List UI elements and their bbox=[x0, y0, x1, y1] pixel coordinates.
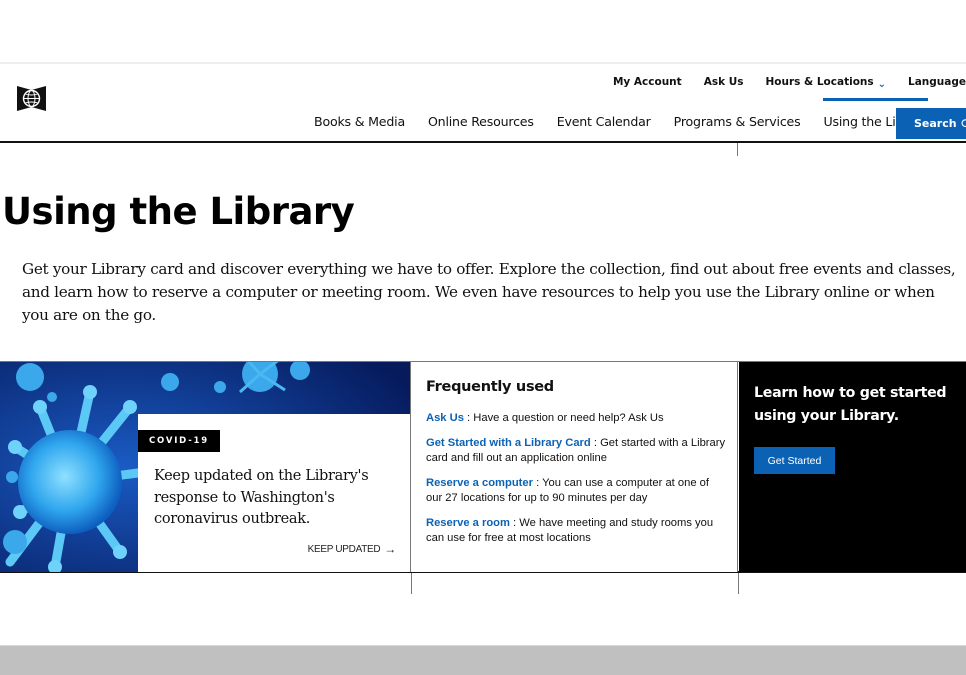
keep-updated-link[interactable]: KEEP UPDATED → bbox=[307, 542, 397, 556]
reserve-room-link[interactable]: Reserve a room bbox=[426, 517, 510, 529]
nav-item-programs-services[interactable]: Programs & Services bbox=[674, 114, 801, 136]
list-item: Reserve a room : We have meeting and stu… bbox=[426, 516, 726, 546]
library-logo-icon[interactable] bbox=[17, 84, 46, 113]
list-item: Reserve a computer : You can use a compu… bbox=[426, 476, 726, 506]
util-link-label: Hours & Locations bbox=[765, 76, 874, 88]
cards-row: COVID-19 Keep updated on the Library's r… bbox=[0, 361, 966, 573]
util-link-label: My Account bbox=[612, 76, 682, 88]
library-card-link[interactable]: Get Started with a Library Card bbox=[426, 437, 591, 449]
list-item-desc: : Have a question or need help? Ask Us bbox=[463, 412, 664, 424]
page-title: Using the Library bbox=[2, 190, 355, 233]
top-blank-area bbox=[0, 0, 966, 64]
list-item: Get Started with a Library Card : Get st… bbox=[426, 436, 726, 466]
search-button-label: Search bbox=[914, 117, 957, 130]
frequently-used-list: Ask Us : Have a question or need help? A… bbox=[426, 411, 726, 556]
utility-nav: My Account Ask Us Hours & Locations ⌄ Lan… bbox=[591, 74, 966, 90]
site-header: My Account Ask Us Hours & Locations ⌄ Lan… bbox=[0, 66, 966, 144]
grid-tick bbox=[738, 573, 739, 594]
keep-updated-label: KEEP UPDATED bbox=[307, 543, 381, 555]
frequently-used-title: Frequently used bbox=[426, 379, 554, 395]
get-started-card: Learn how to get started using your Libr… bbox=[739, 362, 966, 572]
frequently-used-card: Frequently used Ask Us : Have a question… bbox=[411, 362, 738, 572]
nav-item-event-calendar[interactable]: Event Calendar bbox=[557, 114, 651, 136]
util-link-language[interactable]: Language bbox=[908, 74, 966, 90]
nav-item-online-resources[interactable]: Online Resources bbox=[428, 114, 534, 136]
ask-us-link[interactable]: Ask Us bbox=[426, 412, 464, 424]
nav-item-books-media[interactable]: Books & Media bbox=[314, 114, 405, 136]
intro-paragraph: Get your Library card and discover every… bbox=[22, 260, 956, 324]
get-started-title: Learn how to get started using your Libr… bbox=[754, 385, 947, 424]
covid-message: Keep updated on the Library's response t… bbox=[154, 468, 369, 527]
util-link-my-account[interactable]: My Account bbox=[613, 74, 682, 90]
util-link-hours-locations[interactable]: Hours & Locations ⌄ bbox=[765, 74, 886, 90]
grid-tick bbox=[737, 143, 738, 156]
get-started-button[interactable]: Get Started bbox=[754, 447, 835, 474]
list-item: Ask Us : Have a question or need help? A… bbox=[426, 411, 726, 426]
util-link-label: Language bbox=[908, 76, 966, 88]
search-button[interactable]: Search bbox=[896, 108, 966, 139]
header-divider bbox=[0, 141, 966, 143]
util-link-label: Ask Us bbox=[703, 76, 744, 88]
search-icon bbox=[961, 118, 966, 127]
bottom-gray-bar bbox=[0, 645, 966, 675]
main-nav: Books & Media Online Resources Event Cal… bbox=[314, 98, 951, 136]
covid-card[interactable]: COVID-19 Keep updated on the Library's r… bbox=[0, 362, 411, 572]
grid-tick bbox=[411, 573, 412, 594]
reserve-computer-link[interactable]: Reserve a computer bbox=[426, 477, 533, 489]
arrow-right-icon: → bbox=[384, 542, 396, 556]
util-link-ask-us[interactable]: Ask Us bbox=[704, 74, 744, 90]
chevron-down-icon: ⌄ bbox=[877, 78, 887, 90]
covid-tag: COVID-19 bbox=[138, 430, 220, 452]
